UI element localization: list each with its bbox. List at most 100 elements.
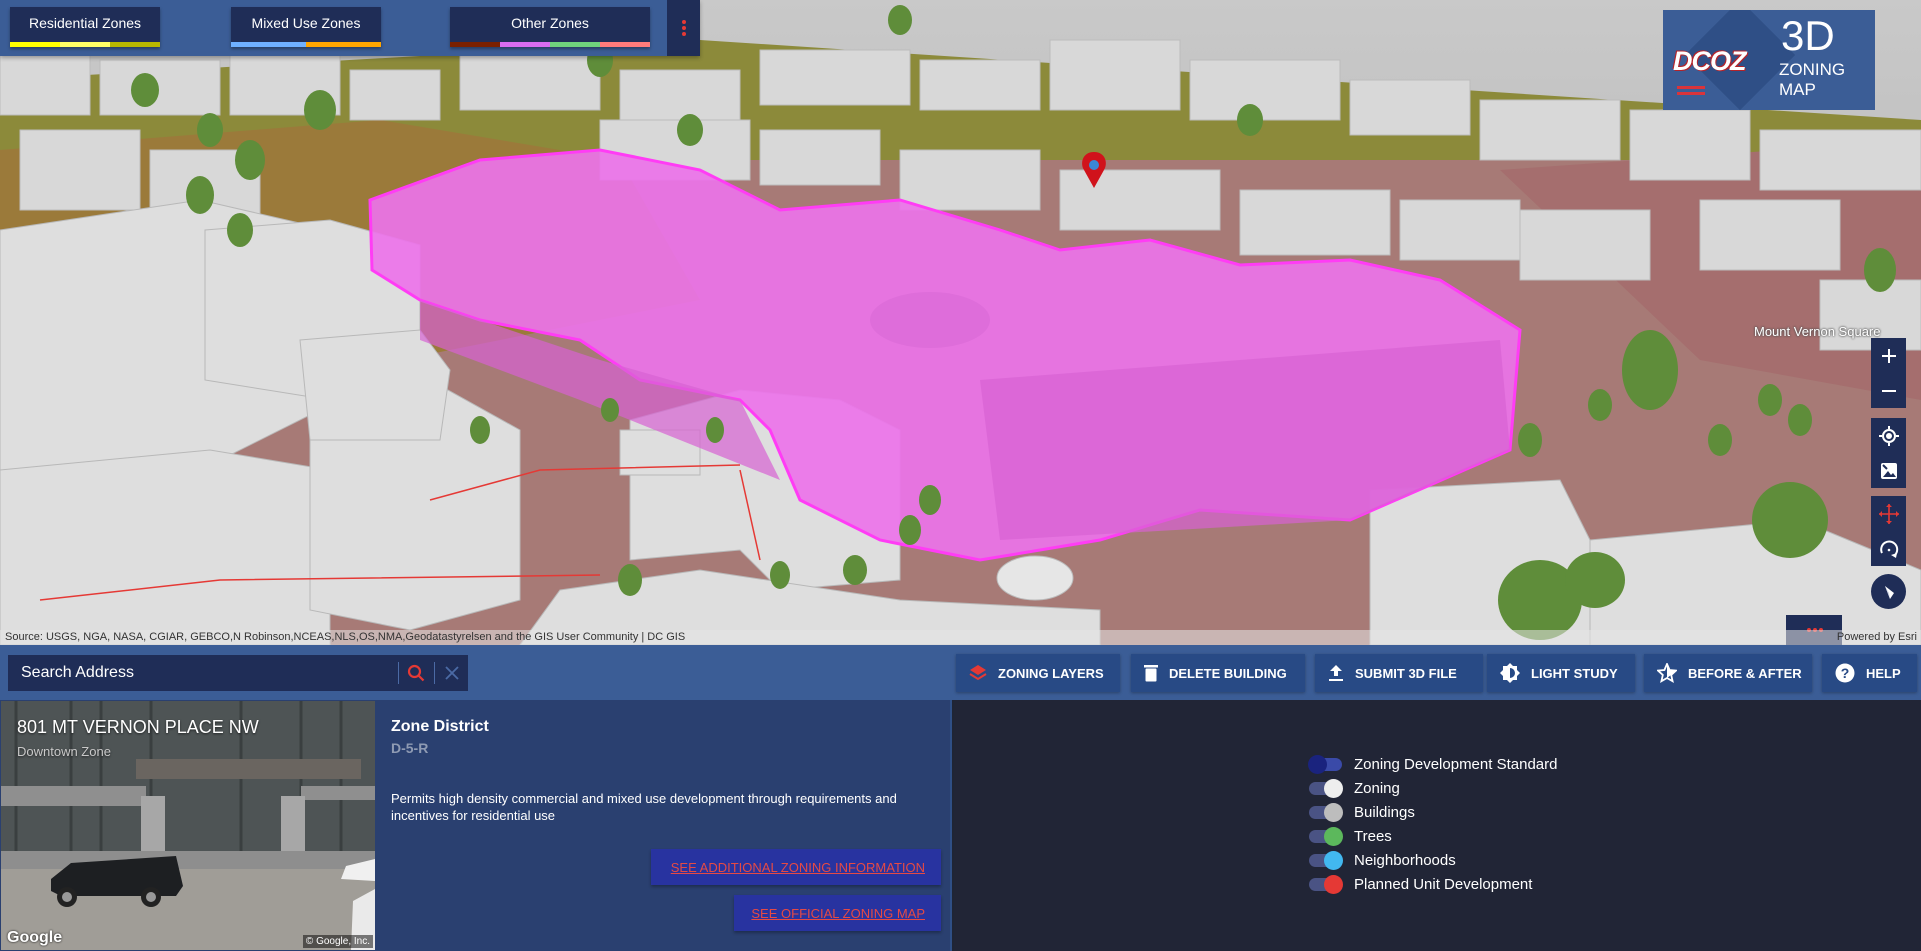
see-official-zoning-map-button[interactable]: SEE OFFICIAL ZONING MAP [734, 895, 941, 931]
property-zone-name: Downtown Zone [17, 744, 111, 759]
button-label: SUBMIT 3D FILE [1355, 665, 1457, 681]
toggle-knob [1324, 827, 1343, 846]
layer-label: Zoning Development Standard [1354, 755, 1558, 773]
delete-building-button[interactable]: DELETE BUILDING [1131, 654, 1305, 692]
compass-icon [1884, 585, 1894, 599]
link-label: SEE OFFICIAL ZONING MAP [751, 905, 925, 921]
toggle-switch[interactable] [1308, 803, 1344, 822]
place-label: Mount Vernon Square [1754, 324, 1881, 339]
rotate-icon [1879, 540, 1898, 558]
light-study-button[interactable]: LIGHT STUDY [1487, 654, 1635, 692]
powered-by-esri[interactable]: Powered by Esri [1837, 630, 1917, 645]
toggle-switch[interactable] [1308, 779, 1344, 798]
svg-text:?: ? [1841, 665, 1850, 681]
layer-label: Neighborhoods [1354, 851, 1456, 869]
button-label: LIGHT STUDY [1531, 665, 1618, 681]
map-attribution: Source: USGS, NGA, NASA, CGIAR, GEBCO,N … [0, 630, 1921, 645]
layer-neighborhoods[interactable]: Neighborhoods [1308, 849, 1456, 871]
help-icon: ? [1835, 663, 1855, 683]
toggle-knob [1324, 803, 1343, 822]
tab-label: Other Zones [511, 15, 589, 31]
other-swatches [450, 42, 650, 47]
map-scene [0, 5, 1921, 645]
more-dot-icon [682, 26, 686, 30]
separator [434, 662, 435, 684]
logo-line-2: MAP [1779, 80, 1816, 99]
layer-buildings[interactable]: Buildings [1308, 801, 1415, 823]
swatch [306, 42, 381, 47]
street-view-photo[interactable]: 801 MT VERNON PLACE NW Downtown Zone Goo… [1, 701, 375, 950]
swatch [550, 42, 600, 47]
view-controls [1871, 418, 1906, 488]
dc-flag-stripes-icon [1677, 86, 1705, 98]
plus-icon [1881, 348, 1896, 363]
residential-swatches [10, 42, 160, 47]
zoning-layers-button[interactable]: ZONING LAYERS [956, 654, 1120, 692]
address-search [8, 655, 468, 691]
toggle-knob [1308, 755, 1327, 774]
swatch [110, 42, 160, 47]
swatch [500, 42, 550, 47]
tab-label: Mixed Use Zones [251, 15, 361, 31]
locate-button[interactable] [1871, 418, 1906, 453]
zoom-in-button[interactable] [1871, 338, 1906, 373]
rotate-button[interactable] [1871, 531, 1906, 566]
main-toolbar: ZONING LAYERS DELETE BUILDING SUBMIT 3D … [0, 645, 1921, 700]
zone-category-bar: Residential Zones Mixed Use Zones Other … [0, 0, 700, 56]
tab-residential-zones[interactable]: Residential Zones [10, 7, 160, 47]
layer-trees[interactable]: Trees [1308, 825, 1392, 847]
close-icon [445, 666, 459, 680]
separator [398, 662, 399, 684]
toggle-switch[interactable] [1308, 851, 1344, 870]
image-icon [1880, 462, 1897, 479]
layer-label: Buildings [1354, 803, 1415, 821]
property-info-panel: 801 MT VERNON PLACE NW Downtown Zone Goo… [0, 700, 952, 951]
locate-icon [1878, 425, 1899, 446]
photo-copyright: © Google, Inc. [302, 935, 373, 948]
toggle-switch[interactable] [1308, 827, 1344, 846]
layer-planned-unit-development[interactable]: Planned Unit Development [1308, 873, 1532, 895]
swatch [450, 42, 500, 47]
basemap-button[interactable] [1871, 453, 1906, 488]
link-label: SEE ADDITIONAL ZONING INFORMATION [670, 859, 925, 875]
toggle-knob [1324, 875, 1343, 894]
compass-button[interactable] [1871, 574, 1906, 609]
more-menu-button[interactable] [667, 0, 700, 56]
layer-zoning-development-standard[interactable]: Zoning Development Standard [1308, 753, 1557, 775]
tab-other-zones[interactable]: Other Zones [450, 7, 650, 47]
toggle-switch[interactable] [1308, 755, 1344, 774]
see-additional-zoning-info-button[interactable]: SEE ADDITIONAL ZONING INFORMATION [651, 849, 941, 885]
layer-label: Trees [1354, 827, 1392, 845]
toggle-knob [1324, 851, 1343, 870]
zoom-out-button[interactable] [1871, 373, 1906, 408]
button-label: BEFORE & AFTER [1688, 665, 1802, 681]
map-3d-view[interactable]: Residential Zones Mixed Use Zones Other … [0, 0, 1921, 645]
zone-district-code: D-5-R [391, 740, 429, 756]
toggle-knob [1324, 779, 1343, 798]
button-label: ZONING LAYERS [998, 665, 1104, 681]
layer-zoning[interactable]: Zoning [1308, 777, 1400, 799]
before-after-button[interactable]: BEFORE & AFTER [1644, 654, 1812, 692]
logo-org: DCOZ [1673, 46, 1746, 76]
button-label: DELETE BUILDING [1169, 665, 1287, 681]
navigation-controls [1871, 496, 1906, 566]
brightness-icon [1500, 663, 1520, 683]
zone-district-description: Permits high density commercial and mixe… [391, 791, 897, 823]
attribution-text: Source: USGS, NGA, NASA, CGIAR, GEBCO,N … [5, 631, 686, 643]
clear-search-button[interactable] [436, 655, 468, 691]
submit-3d-file-button[interactable]: SUBMIT 3D FILE [1315, 654, 1483, 692]
swatch [600, 42, 650, 47]
search-address-input[interactable] [8, 655, 398, 691]
help-button[interactable]: ? HELP [1822, 654, 1917, 692]
pan-button[interactable] [1871, 496, 1906, 531]
search-button[interactable] [400, 655, 432, 691]
swatch [60, 42, 110, 47]
swatch [10, 42, 60, 47]
trash-icon [1144, 665, 1158, 682]
zoom-controls [1871, 338, 1906, 408]
button-label: HELP [1866, 665, 1901, 681]
toggle-switch[interactable] [1308, 875, 1344, 894]
minus-icon [1881, 389, 1896, 392]
zone-district-title: Zone District [391, 718, 489, 735]
tab-mixed-use-zones[interactable]: Mixed Use Zones [231, 7, 381, 47]
